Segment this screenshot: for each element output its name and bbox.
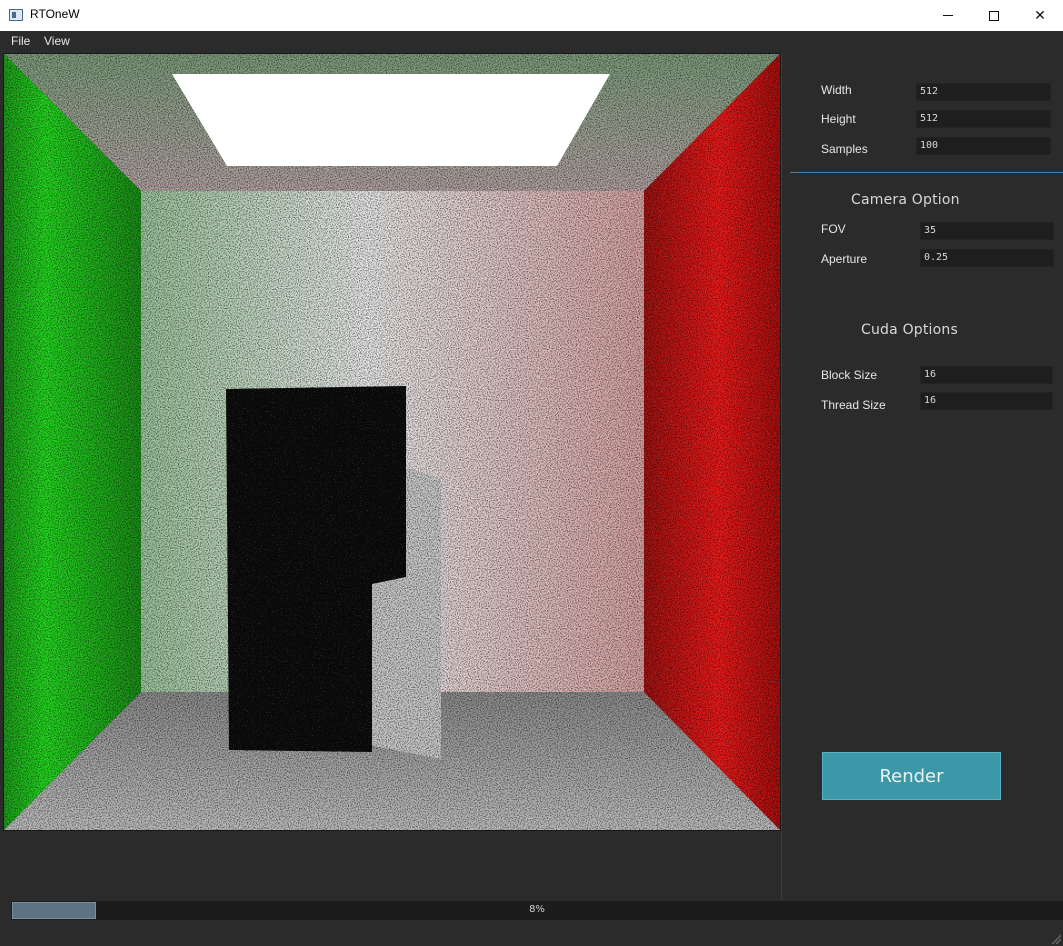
samples-label: Samples [821,142,868,156]
height-label: Height [821,112,856,126]
light-source [172,74,610,166]
fov-input[interactable]: 35 [920,222,1054,240]
thread-size-input[interactable]: 16 [920,392,1053,410]
width-input[interactable]: 512 [916,83,1051,101]
block-size-label: Block Size [821,368,878,382]
menu-bar: File View [0,31,1063,51]
maximize-icon [989,10,999,21]
cuda-options-title: Cuda Options [861,322,958,338]
minimize-button[interactable] [925,0,971,31]
aperture-input[interactable]: 0.25 [920,249,1054,267]
maximize-button[interactable] [971,0,1017,31]
height-input[interactable]: 512 [916,110,1051,128]
window-title: RTOneW [30,7,80,21]
thread-size-label: Thread Size [821,398,886,412]
fov-label: FOV [821,222,846,236]
panel-separator [790,172,1063,173]
render-specks [4,54,780,830]
resize-grip-icon[interactable] [1051,934,1061,944]
samples-input[interactable]: 100 [916,137,1051,155]
aperture-label: Aperture [821,252,868,266]
camera-option-title: Camera Option [851,192,960,208]
close-button[interactable]: ✕ [1017,0,1063,31]
render-viewport [3,53,781,831]
settings-panel: Width 512 Height 512 Samples 100 Camera … [782,53,1063,899]
title-bar: RTOneW ✕ [0,0,1063,32]
menu-file[interactable]: File [11,34,30,48]
width-label: Width [821,83,852,97]
render-image [4,54,780,830]
viewport-footer [0,831,781,899]
close-icon: ✕ [1034,7,1046,24]
menu-view[interactable]: View [44,34,70,48]
block-size-input[interactable]: 16 [920,366,1053,384]
app-icon [9,9,23,21]
render-button[interactable]: Render [822,752,1001,800]
render-progress-bar: 8% [11,901,1063,920]
minimize-icon [943,15,953,16]
progress-text: 8% [529,904,545,915]
